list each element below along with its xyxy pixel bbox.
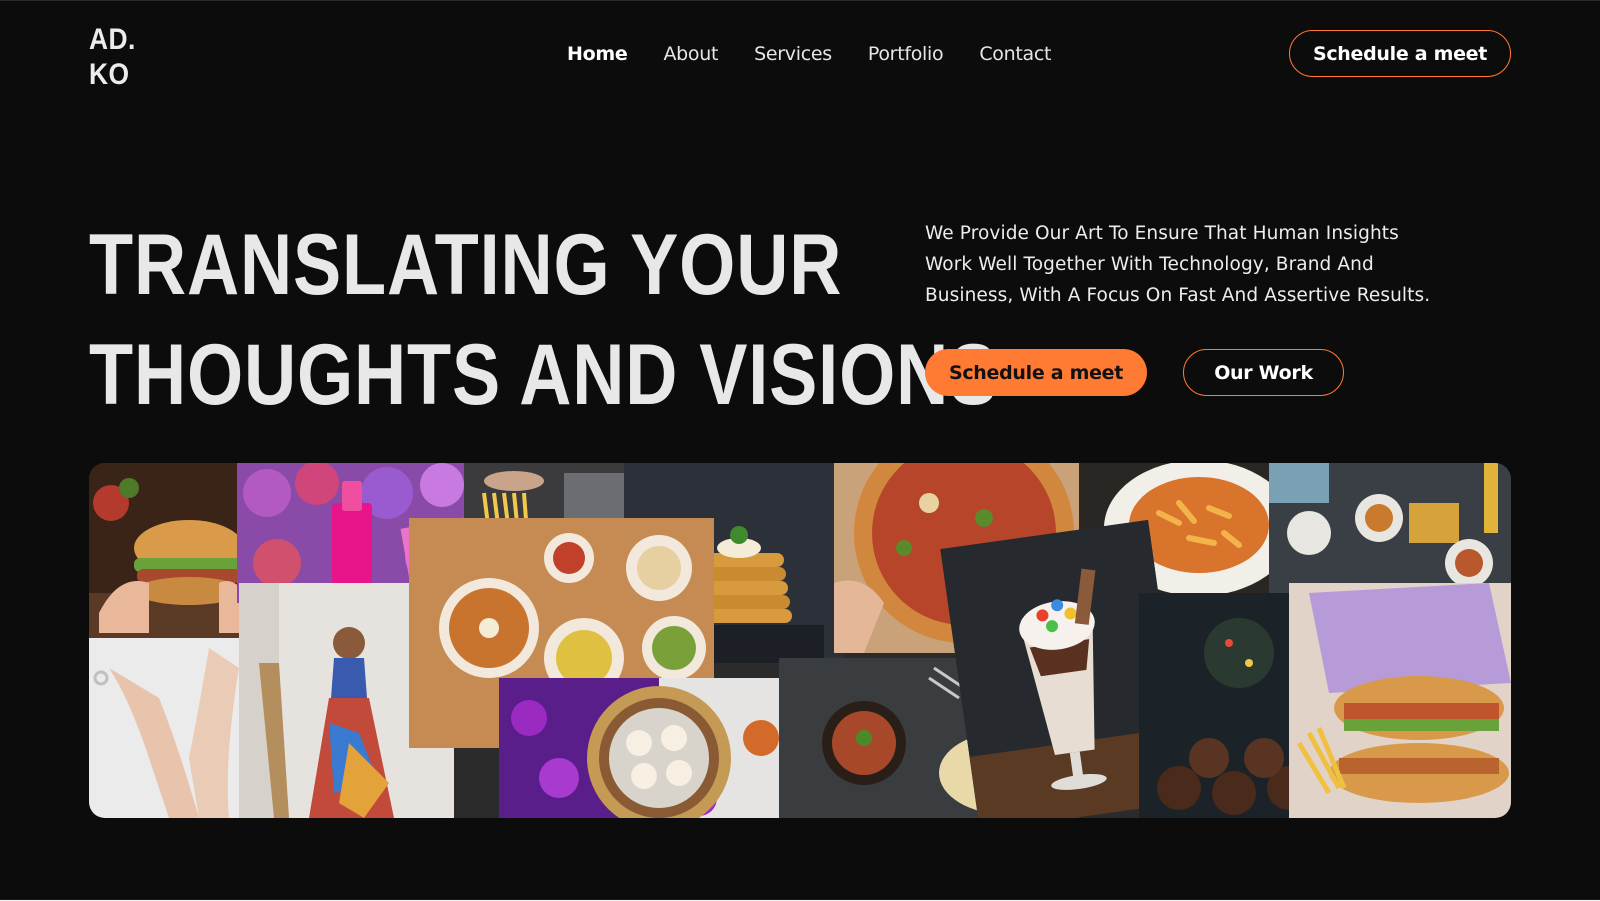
our-work-button[interactable]: Our Work — [1183, 349, 1344, 396]
brand-logo-line1: AD. — [89, 23, 136, 56]
landing-page: AD. KO Home About Services Portfolio Con… — [0, 0, 1600, 900]
burger-image — [89, 463, 259, 648]
collage-tile-restaurant — [1269, 463, 1511, 603]
main-nav: Home About Services Portfolio Contact — [567, 40, 1087, 68]
collage-tile-sandwich — [1289, 583, 1511, 818]
bottom-border — [0, 899, 1600, 900]
dessert-plate-image — [499, 678, 799, 818]
restaurant-image — [1269, 463, 1511, 603]
sandwich-image — [1289, 583, 1511, 818]
brand-logo-line2: KO — [89, 58, 130, 91]
header-schedule-button[interactable]: Schedule a meet — [1289, 30, 1511, 77]
nav-item-contact[interactable]: Contact — [979, 40, 1051, 68]
hero-headline: TRANSLATING YOUR THOUGHTS AND VISIONS — [89, 210, 998, 430]
nav-item-home[interactable]: Home — [567, 40, 628, 68]
collage-tile-burger — [89, 463, 259, 648]
portfolio-collage[interactable] — [89, 463, 1511, 818]
hero-headline-line2: THOUGHTS AND VISIONS — [89, 327, 999, 423]
schedule-meet-button[interactable]: Schedule a meet — [925, 349, 1147, 396]
nav-item-portfolio[interactable]: Portfolio — [868, 40, 944, 68]
collage-tile-dessert-plate — [499, 678, 799, 818]
hero-headline-line1: TRANSLATING YOUR — [89, 217, 843, 313]
top-border — [0, 0, 1600, 1]
brand-logo[interactable]: AD. KO — [89, 22, 136, 92]
hero-description: We Provide Our Art To Ensure That Human … — [925, 223, 1431, 306]
nav-item-about[interactable]: About — [663, 40, 718, 68]
nav-item-services[interactable]: Services — [754, 40, 832, 68]
